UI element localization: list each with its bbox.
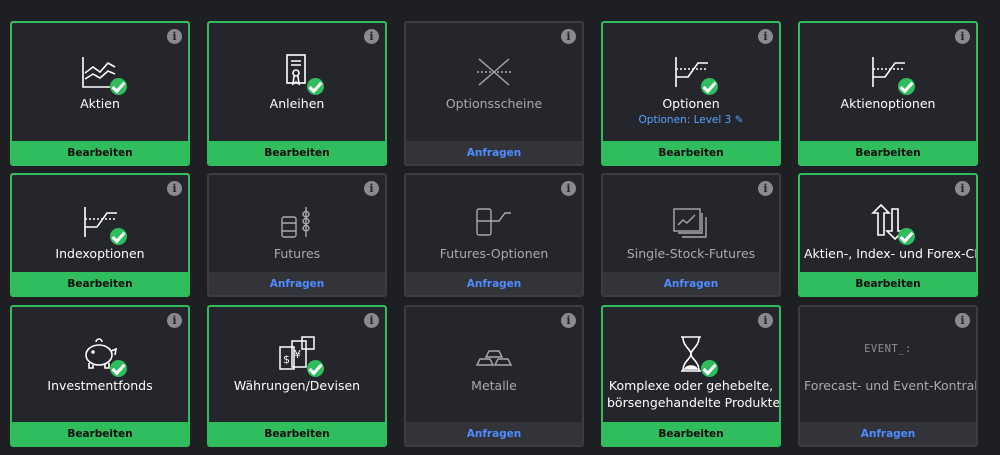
info-icon[interactable]: i [561,29,576,44]
options-level-link[interactable]: Optionen: Level 3 ✎ [603,114,779,126]
tile-label: Investmentfonds [47,378,153,393]
info-icon[interactable]: i [758,181,773,196]
info-icon[interactable]: i [758,313,773,328]
tile-forecast-event[interactable]: i EVENT_: Forecast- und Event-Kontrakte … [798,305,978,447]
tile-futures-optionen[interactable]: i Futures-Optionen Anfragen [404,173,584,297]
check-icon [701,360,718,377]
hourglass-icon [668,333,718,377]
info-icon[interactable]: i [955,313,970,328]
tile-anleihen[interactable]: i Anleihen Bearbeiten [207,21,387,166]
piggy-bank-icon [77,333,127,377]
tile-investmentfonds[interactable]: i Investmentfonds Bearbeiten [10,305,190,447]
request-button[interactable]: Anfragen [406,422,582,445]
option-payoff-icon [668,51,718,95]
tile-aktien[interactable]: i Aktien Bearbeiten [10,21,190,166]
tile-metalle[interactable]: i Metalle Anfragen [404,305,584,447]
check-icon [307,78,324,95]
check-icon [307,360,324,377]
edit-button[interactable]: Bearbeiten [800,272,976,295]
svg-text:¥: ¥ [294,348,301,361]
check-icon [110,228,127,245]
crossed-lines-icon [471,51,517,93]
tile-label: Futures-Optionen [439,246,549,261]
option-payoff-icon [77,201,127,245]
certificate-icon [274,51,324,95]
request-button[interactable]: Anfragen [800,422,976,445]
check-icon [701,78,718,95]
tile-label-line2: börsengehandelte Produkte [607,395,781,410]
tile-label: Währungen/Devisen [233,378,361,393]
pencil-icon: ✎ [734,114,744,126]
tile-label: Aktien [80,96,120,111]
tile-label: Indexoptionen [55,246,145,261]
tile-optionen[interactable]: i Optionen Optionen: Level 3 ✎ Bearbeite… [601,21,781,166]
info-icon[interactable]: i [561,313,576,328]
tile-label: Single-Stock-Futures [626,246,756,261]
tile-label: Aktien-, Index- und Forex-CFDs [804,246,976,261]
edit-button[interactable]: Bearbeiten [603,141,779,164]
info-icon[interactable]: i [955,181,970,196]
tile-aktienoptionen[interactable]: i Aktienoptionen Bearbeiten [798,21,978,166]
tile-label: Optionen [662,96,720,111]
tile-label: Optionsscheine [445,96,543,111]
info-icon[interactable]: i [364,29,379,44]
tile-cfds[interactable]: i Aktien-, Index- und Forex-CFDs Bearbei… [798,173,978,297]
tile-komplexe-produkte[interactable]: i Komplexe oder gehebelte, börsengehande… [601,305,781,447]
info-icon[interactable]: i [561,181,576,196]
info-icon[interactable]: i [167,29,182,44]
edit-button[interactable]: Bearbeiten [603,422,779,445]
info-icon[interactable]: i [167,313,182,328]
tile-label: Anleihen [269,96,325,111]
request-button[interactable]: Anfragen [406,141,582,164]
tile-label: Komplexe oder gehebelte, [608,378,774,393]
option-payoff-icon [865,51,915,95]
event-text-icon: EVENT_: [864,343,912,355]
tile-waehrungen[interactable]: i $ ¥ Währungen/Devisen Bearbeiten [207,305,387,447]
info-icon[interactable]: i [167,181,182,196]
barrel-wheat-icon [274,201,320,243]
tile-label: Forecast- und Event-Kontrakte [804,378,978,393]
check-icon [110,78,127,95]
info-icon[interactable]: i [364,313,379,328]
info-icon[interactable]: i [364,181,379,196]
check-icon [898,228,915,245]
request-button[interactable]: Anfragen [406,272,582,295]
barrel-payoff-icon [471,201,517,243]
svg-text:$: $ [283,353,290,366]
tile-indexoptionen[interactable]: i Indexoptionen Bearbeiten [10,173,190,297]
stock-chart-icon [77,51,127,95]
request-button[interactable]: Anfragen [209,272,385,295]
tile-optionsscheine[interactable]: i Optionsscheine Anfragen [404,21,584,166]
tile-label: Futures [273,246,321,261]
edit-button[interactable]: Bearbeiten [209,422,385,445]
stacked-charts-icon [668,201,714,243]
info-icon[interactable]: i [955,29,970,44]
info-icon[interactable]: i [758,29,773,44]
tile-label: Aktienoptionen [840,96,936,111]
edit-button[interactable]: Bearbeiten [12,141,188,164]
tile-label: Metalle [471,378,517,393]
check-icon [898,78,915,95]
gold-bars-icon [471,333,517,375]
currency-notes-icon: $ ¥ [274,333,324,377]
edit-button[interactable]: Bearbeiten [800,141,976,164]
check-icon [110,360,127,377]
tile-single-stock-futures[interactable]: i Single-Stock-Futures Anfragen [601,173,781,297]
edit-button[interactable]: Bearbeiten [12,422,188,445]
edit-button[interactable]: Bearbeiten [12,272,188,295]
request-button[interactable]: Anfragen [603,272,779,295]
edit-button[interactable]: Bearbeiten [209,141,385,164]
tile-futures[interactable]: i Futures Anfragen [207,173,387,297]
arrows-exchange-icon [865,201,915,245]
